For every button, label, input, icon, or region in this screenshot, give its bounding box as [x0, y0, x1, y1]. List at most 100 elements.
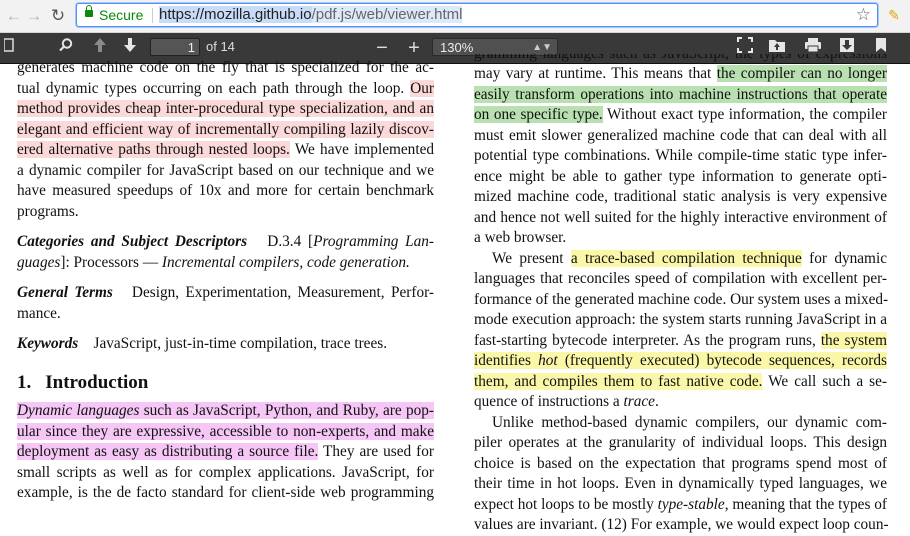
text-line: and hence not well suited for the highly…	[474, 208, 887, 226]
section-number: 1.	[17, 371, 32, 393]
left-text-column: generates machine code on the fly that i…	[17, 58, 435, 504]
text-span: type-stable	[657, 495, 725, 513]
highlight-pink: deployment as easy as distributing a sou…	[17, 443, 319, 460]
text-line: potential type combinations. While compi…	[474, 147, 887, 164]
text-line: on one specific type. Without exact type…	[474, 105, 887, 126]
text-line: fast-starting bytecode interpreter. As t…	[474, 331, 887, 352]
text-span: We call such a se-	[762, 372, 888, 390]
text-line: elegant and efficient way of incremental…	[17, 120, 434, 141]
text-span: JavaScript, just-in-time compilation, tr…	[93, 335, 388, 352]
text-line: deployment as easy as distributing a sou…	[17, 442, 434, 463]
secure-label: Secure	[99, 7, 144, 23]
text-line: a web browser.	[474, 229, 567, 246]
text-line: General Terms Design, Experimentation, M…	[17, 283, 434, 304]
sidebar-toggle-icon[interactable]	[2, 37, 16, 59]
highlight-red: Our	[410, 79, 435, 97]
extension-pencil-icon[interactable]: ✎	[886, 7, 902, 23]
highlight-red: elegant and efficient way of incremental…	[17, 120, 434, 138]
text-line: We present a trace-based compilation tec…	[474, 249, 887, 270]
text-span: trace	[623, 393, 655, 410]
general-terms-paragraph: General Terms Design, Experimentation, M…	[17, 283, 434, 324]
text-line: method provides cheap inter-procedural t…	[17, 99, 434, 120]
highlight-yellow: them, and compiles them to fast native c…	[474, 372, 763, 390]
text-span: guages	[17, 253, 61, 271]
page-count-label: of 14	[206, 39, 235, 54]
text-span: may vary at runtime. This means that	[474, 65, 717, 82]
text-line: ular since they are expressive, accessib…	[17, 422, 434, 443]
zoom-in-button[interactable]: +	[404, 37, 424, 59]
highlight-yellow: a trace-based compilation technique	[570, 249, 802, 267]
url-host: https://mozilla.github.io	[159, 6, 312, 23]
url-omnibox[interactable]: Secure https://mozilla.github.io/pdf.js/…	[76, 3, 878, 27]
text-line: may vary at runtime. This means that the…	[474, 64, 887, 85]
text-span: for dynamic	[801, 249, 887, 267]
text-span: .	[654, 393, 659, 410]
url-path: /pdf.js/web/viewer.html	[311, 6, 463, 23]
abstract-paragraph: generates machine code on the fly that i…	[17, 58, 435, 222]
text-span: Dynamic languages	[17, 402, 140, 419]
text-line: a dynamic compiler for JavaScript based …	[17, 161, 434, 179]
text-line: must emit slower generalized machine cod…	[474, 126, 887, 144]
omnibox-divider	[152, 8, 153, 23]
search-icon[interactable]	[56, 37, 76, 59]
text-line: mode execution approach: the system star…	[474, 311, 887, 328]
highlight-red: ered alternative paths through nested lo…	[17, 141, 290, 158]
reload-icon[interactable]: ↻	[48, 6, 68, 26]
highlight-red: method provides cheap inter-procedural t…	[17, 100, 434, 117]
back-arrow-icon[interactable]: ←	[4, 6, 24, 26]
text-line: languages that reconciles speed of compi…	[474, 270, 887, 287]
zoom-select-value: 130%	[440, 40, 474, 55]
highlight-green: on one specific type.	[474, 106, 603, 123]
text-line: easily transform operations into machine…	[474, 85, 887, 106]
right-text-column: gramming languages such as JavaScript, t…	[474, 54, 889, 536]
text-line: example, is the de facto standard for cl…	[17, 484, 434, 501]
keywords-paragraph: Keywords JavaScript, just-in-time compil…	[17, 334, 434, 355]
text-span: Programming Lan-	[313, 233, 434, 250]
text-span: identifies	[474, 352, 539, 369]
text-span: quence of instructions a	[474, 393, 624, 410]
text-line: generates machine code on the fly that i…	[17, 59, 434, 76]
previous-page-icon[interactable]	[90, 37, 110, 59]
text-span: They are used for	[318, 443, 434, 460]
text-line: expect hot loops to be mostly type-stabl…	[474, 495, 887, 516]
highlight-pink: ular since they are expressive, accessib…	[17, 422, 434, 440]
text-line: them, and compiles them to fast native c…	[474, 372, 887, 393]
categories-paragraph: Categories and Subject Descriptors D.3.4…	[17, 232, 434, 273]
bookmark-star-icon[interactable]: ☆	[856, 5, 871, 25]
text-span: such as JavaScript, Python, and Ruby, ar…	[139, 402, 435, 419]
paragraph: We present a trace-based compilation tec…	[474, 249, 889, 413]
text-line: Categories and Subject Descriptors D.3.4…	[17, 232, 434, 253]
url-text[interactable]: https://mozilla.github.io/pdf.js/web/vie…	[159, 6, 463, 23]
text-line: mized machine code, traditional static a…	[474, 188, 887, 205]
text-span: expect hot loops to be mostly	[474, 495, 658, 513]
general-terms-label: General Terms	[17, 284, 113, 301]
categories-label: Categories and Subject Descriptors	[17, 233, 248, 250]
text-line: mance.	[17, 304, 61, 322]
next-page-icon[interactable]	[120, 37, 140, 59]
highlight-yellow: the system	[820, 331, 887, 349]
text-line: programs.	[17, 202, 79, 220]
text-line: identifies hot (frequently executed) byt…	[474, 351, 887, 372]
cut-off-line: gramming languages such as JavaScript, t…	[474, 54, 887, 64]
browser-address-bar: ← → ↻ Secure https://mozilla.github.io/p…	[0, 0, 910, 33]
text-line: Keywords JavaScript, just-in-time compil…	[17, 334, 434, 355]
text-line: small scripts as well as for complex app…	[17, 463, 434, 481]
text-line: gramming languages such as JavaScript, t…	[474, 54, 887, 64]
text-span: We have implemented	[289, 141, 435, 158]
page-number-input[interactable]: 1	[150, 38, 200, 56]
lock-icon	[85, 5, 93, 17]
zoom-out-button[interactable]: −	[372, 37, 392, 59]
text-span: fast-starting bytecode interpreter. As t…	[474, 331, 821, 349]
text-line: quence of instructions a trace.	[474, 392, 887, 413]
highlight-green: easily transform operations into machine…	[474, 85, 887, 103]
text-span: D.3.4 [	[267, 233, 314, 250]
text-span: Without exact type information, the comp…	[602, 106, 887, 123]
text-span: (frequently executed) bytecode sequences…	[557, 352, 887, 369]
intro-paragraph: Dynamic languages such as JavaScript, Py…	[17, 401, 435, 504]
text-line: their time in hot loops. Even in dynamic…	[474, 475, 887, 492]
forward-arrow-icon[interactable]: →	[24, 6, 44, 26]
text-line: guages]: Processors — Incremental compil…	[17, 253, 434, 274]
paragraph: may vary at runtime. This means that the…	[474, 64, 887, 249]
text-line: formance of the generated machine code. …	[474, 290, 889, 308]
text-line: ence might be able to gather type inform…	[474, 167, 887, 185]
